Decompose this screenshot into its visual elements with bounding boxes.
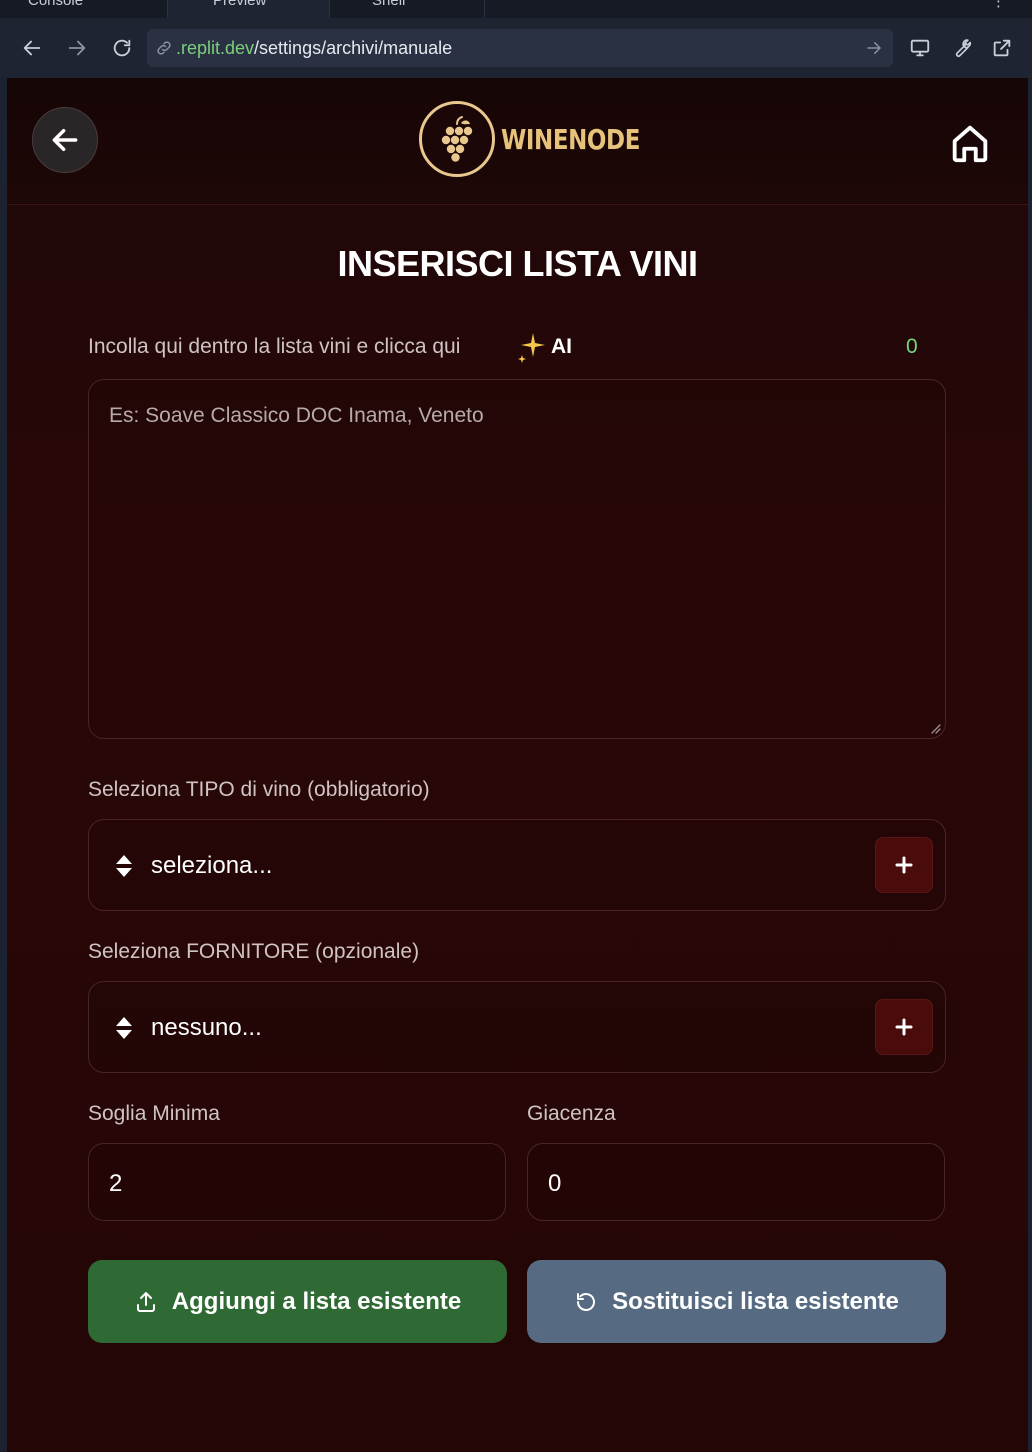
go-arrow-icon[interactable] <box>865 39 883 57</box>
url-text: .replit.dev/settings/archivi/manuale <box>176 38 452 59</box>
replace-list-label: Sostituisci lista esistente <box>612 1287 899 1315</box>
arrow-left-icon <box>52 128 78 152</box>
back-button[interactable] <box>32 107 98 173</box>
threshold-input[interactable]: 2 <box>88 1143 506 1221</box>
wine-type-label: Seleziona TIPO di vino (obbligatorio) <box>88 778 430 801</box>
replace-list-button[interactable]: Sostituisci lista esistente <box>527 1260 946 1343</box>
supplier-label: Seleziona FORNITORE (opzionale) <box>88 940 420 963</box>
home-icon[interactable] <box>947 120 993 166</box>
stock-label: Giacenza <box>527 1102 616 1125</box>
add-supplier-button[interactable] <box>875 999 933 1055</box>
arrow-right-icon <box>68 40 86 56</box>
link-icon <box>157 41 171 55</box>
wine-type-value: seleziona... <box>151 852 273 879</box>
ai-parse-button[interactable]: AI <box>515 330 572 364</box>
tab-shell-label: Shell <box>372 0 406 9</box>
browser-navbar: .replit.dev/settings/archivi/manuale <box>0 18 1032 78</box>
url-domain: .replit.dev <box>176 38 255 58</box>
external-link-icon <box>993 39 1011 57</box>
add-to-list-button[interactable]: Aggiungi a lista esistente <box>88 1260 507 1343</box>
tab-console-label: Console <box>28 0 84 9</box>
browser-tab-strip: Console Preview Shell ⋮ <box>0 0 1032 18</box>
rotate-ccw-icon <box>577 1292 596 1311</box>
add-wine-type-button[interactable] <box>875 837 933 893</box>
tab-preview[interactable]: Preview <box>168 0 330 18</box>
forward-nav-button[interactable] <box>61 32 93 64</box>
url-path: /settings/archivi/manuale <box>254 38 453 58</box>
stock-input[interactable]: 0 <box>527 1143 945 1221</box>
more-icon[interactable]: ⋮ <box>991 0 1006 10</box>
tab-shell[interactable]: Shell <box>330 0 485 18</box>
url-bar[interactable]: .replit.dev/settings/archivi/manuale <box>147 29 893 67</box>
back-nav-button[interactable] <box>16 32 48 64</box>
tab-preview-label: Preview <box>213 0 267 9</box>
plus-icon <box>895 856 913 874</box>
reload-icon <box>113 39 131 57</box>
wine-count: 0 <box>906 335 918 358</box>
textarea-placeholder: Es: Soave Classico DOC Inama, Veneto <box>109 404 484 427</box>
add-to-list-label: Aggiungi a lista esistente <box>171 1287 462 1315</box>
wine-list-textarea[interactable]: Es: Soave Classico DOC Inama, Veneto <box>88 379 946 739</box>
plus-icon <box>895 1018 913 1036</box>
logo: WINENODE <box>419 100 670 178</box>
stock-value: 0 <box>548 1170 562 1197</box>
sort-updown-icon <box>116 1017 132 1039</box>
resize-grip-icon[interactable] <box>929 722 941 734</box>
threshold-label: Soglia Minima <box>88 1102 220 1125</box>
supplier-value: nessuno... <box>151 1014 262 1041</box>
logo-text: WINENODE <box>501 122 640 156</box>
tab-console[interactable]: Console <box>0 0 168 18</box>
page-title: INSERISCI LISTA VINI <box>337 243 698 284</box>
sort-updown-icon <box>116 855 132 877</box>
grape-logo-icon <box>419 101 495 177</box>
monitor-icon <box>910 39 930 57</box>
wrench-icon <box>955 39 972 57</box>
wine-type-select[interactable]: seleziona... <box>88 819 946 911</box>
arrow-left-icon <box>23 40 41 56</box>
devtools-button[interactable] <box>945 32 977 64</box>
app-viewport: WINENODE INSERISCI LISTA VINI Incolla qu… <box>7 78 1028 1452</box>
sparkles-icon <box>518 333 545 363</box>
device-preview-button[interactable] <box>904 32 936 64</box>
open-new-tab-button[interactable] <box>986 32 1018 64</box>
ai-label: AI <box>551 335 572 358</box>
import-label: Incolla qui dentro la lista vini e clicc… <box>88 335 461 358</box>
supplier-select[interactable]: nessuno... <box>88 981 946 1073</box>
threshold-value: 2 <box>109 1170 123 1197</box>
upload-icon <box>136 1291 155 1312</box>
app-header: WINENODE <box>7 78 1028 205</box>
reload-button[interactable] <box>106 32 138 64</box>
